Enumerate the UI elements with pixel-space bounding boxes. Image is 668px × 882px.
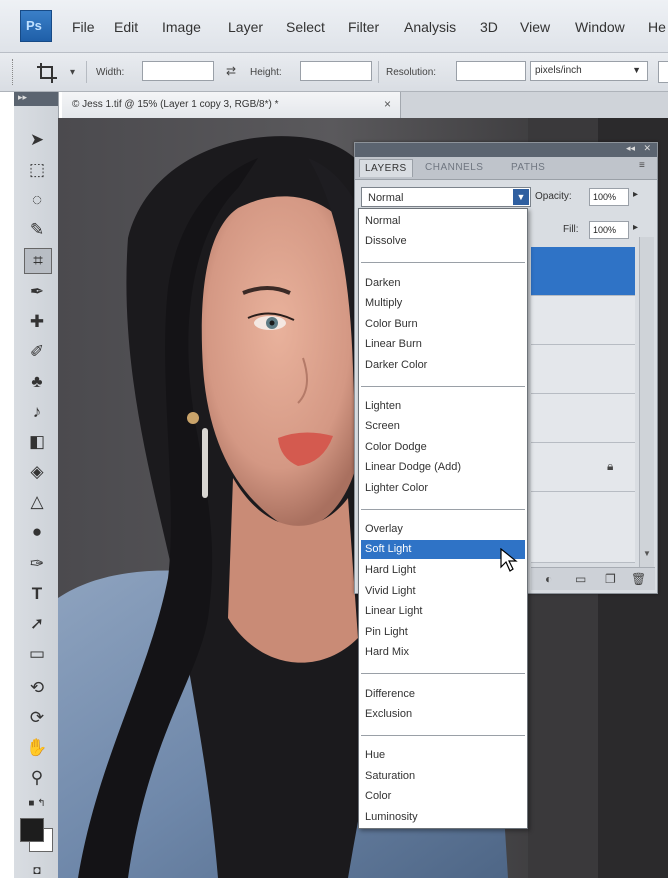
layer-row[interactable] [531,296,635,345]
blend-option-vivid-light[interactable]: Vivid Light [361,582,525,601]
blend-option-darker-color[interactable]: Darker Color [361,356,525,375]
menu-select[interactable]: Select [286,19,325,35]
fill-label: Fill: [563,224,579,235]
menu-separator [361,262,525,263]
separator [86,61,87,83]
opacity-field[interactable]: 100% [589,188,629,206]
scroll-down-icon[interactable]: ▼ [643,549,651,558]
blend-option-lighten[interactable]: Lighten [361,397,525,416]
trash-icon[interactable]: 🗑︎ [631,572,646,586]
units-value: pixels/inch [535,65,582,76]
panel-footer: ◐ ▭ ❐ 🗑︎ [531,567,655,590]
opacity-arrow-icon[interactable]: ▸ [633,189,638,200]
tab-channels[interactable]: CHANNELS [425,162,483,173]
width-field[interactable] [142,61,214,81]
blend-option-linear-burn[interactable]: Linear Burn [361,335,525,354]
menu-3d[interactable]: 3D [480,19,498,35]
new-layer-icon[interactable]: ❐ [605,572,616,586]
menu-filter[interactable]: Filter [348,19,379,35]
lock-icon: 🔒︎ [607,459,614,473]
units-select[interactable]: pixels/inch ▼ [530,61,648,81]
blend-option-exclusion[interactable]: Exclusion [361,705,525,724]
mouse-cursor-icon [500,548,518,572]
blend-option-overlay[interactable]: Overlay [361,520,525,539]
blend-option-dissolve[interactable]: Dissolve [361,232,525,251]
blend-option-darken[interactable]: Darken [361,274,525,293]
layer-row[interactable] [531,394,635,443]
blend-option-normal[interactable]: Normal [361,212,525,231]
height-field[interactable] [300,61,372,81]
group-icon[interactable]: ▭ [575,572,586,586]
menu-file[interactable]: File [72,19,95,35]
options-bar: ▾ Width: ⇄ Height: Resolution: pixels/in… [0,53,668,92]
separator [378,61,379,83]
fill-field[interactable]: 100% [589,221,629,239]
foreground-color-swatch[interactable] [20,818,44,842]
blend-option-pin-light[interactable]: Pin Light [361,623,525,642]
menu-window[interactable]: Window [575,19,625,35]
chevron-down-icon: ▼ [632,65,641,75]
width-label: Width: [96,67,125,78]
height-label: Height: [250,67,282,78]
blend-option-linear-dodge[interactable]: Linear Dodge (Add) [361,458,525,477]
blend-option-color[interactable]: Color [361,787,525,806]
menu-separator [361,673,525,674]
clipped-button[interactable] [658,61,668,83]
panel-header[interactable]: ◂◂ ✕ [355,143,657,157]
crop-icon[interactable] [36,62,58,84]
layer-row[interactable] [531,345,635,394]
resolution-label: Resolution: [386,67,437,78]
resolution-field[interactable] [456,61,526,81]
blend-option-saturation[interactable]: Saturation [361,767,525,786]
menu-analysis[interactable]: Analysis [404,19,456,35]
blend-option-hard-mix[interactable]: Hard Mix [361,643,525,662]
layer-row[interactable] [531,492,635,563]
blend-option-difference[interactable]: Difference [361,685,525,704]
crop-dropdown-arrow[interactable]: ▾ [70,67,75,78]
blend-mode-menu: Normal Dissolve Darken Multiply Color Bu… [358,208,528,829]
blend-option-linear-light[interactable]: Linear Light [361,602,525,621]
blend-option-lighter-color[interactable]: Lighter Color [361,479,525,498]
menu-bar: Ps File Edit Image Layer Select Filter A… [0,0,668,53]
blend-option-hue[interactable]: Hue [361,746,525,765]
document-tab-title: © Jess 1.tif @ 15% (Layer 1 copy 3, RGB/… [72,99,279,110]
panel-tabs: LAYERS CHANNELS PATHS ≡ [355,157,657,180]
blend-option-multiply[interactable]: Multiply [361,294,525,313]
panel-menu-icon[interactable]: ≡ [639,160,645,171]
fill-arrow-icon[interactable]: ▸ [633,222,638,233]
document-tab[interactable]: © Jess 1.tif @ 15% (Layer 1 copy 3, RGB/… [62,92,401,118]
opacity-label: Opacity: [535,191,572,202]
logo-text: Ps [26,18,42,33]
toolbox [14,92,59,878]
blend-mode-select[interactable]: Normal ▼ [361,187,531,207]
swap-icon[interactable]: ⇄ [226,64,236,78]
tab-paths[interactable]: PATHS [511,162,545,173]
menu-separator [361,509,525,510]
menu-separator [361,386,525,387]
menu-separator [361,735,525,736]
toolbox-header[interactable]: ▸▸ [14,92,58,106]
layer-row[interactable]: 🔒︎ [531,443,635,492]
collapse-icon[interactable]: ◂◂ [626,143,635,154]
close-icon[interactable]: ✕ [643,143,651,154]
tab-layers[interactable]: LAYERS [359,159,413,177]
blend-mode-value: Normal [368,192,404,204]
menu-help[interactable]: He [648,19,666,35]
close-icon[interactable]: × [384,97,391,111]
adjustment-layer-icon[interactable]: ◐ [545,572,552,586]
chevron-down-icon[interactable]: ▼ [513,189,529,205]
blend-option-color-burn[interactable]: Color Burn [361,315,525,334]
menu-edit[interactable]: Edit [114,19,138,35]
options-grip [12,59,15,85]
menu-image[interactable]: Image [162,19,201,35]
menu-layer[interactable]: Layer [228,19,263,35]
blend-option-luminosity[interactable]: Luminosity [361,808,525,827]
layers-scrollbar[interactable]: ▼ [639,237,654,567]
blend-option-screen[interactable]: Screen [361,417,525,436]
menu-view[interactable]: View [520,19,550,35]
photoshop-logo: Ps [20,10,52,42]
blend-option-color-dodge[interactable]: Color Dodge [361,438,525,457]
layer-row-selected[interactable] [531,247,635,296]
